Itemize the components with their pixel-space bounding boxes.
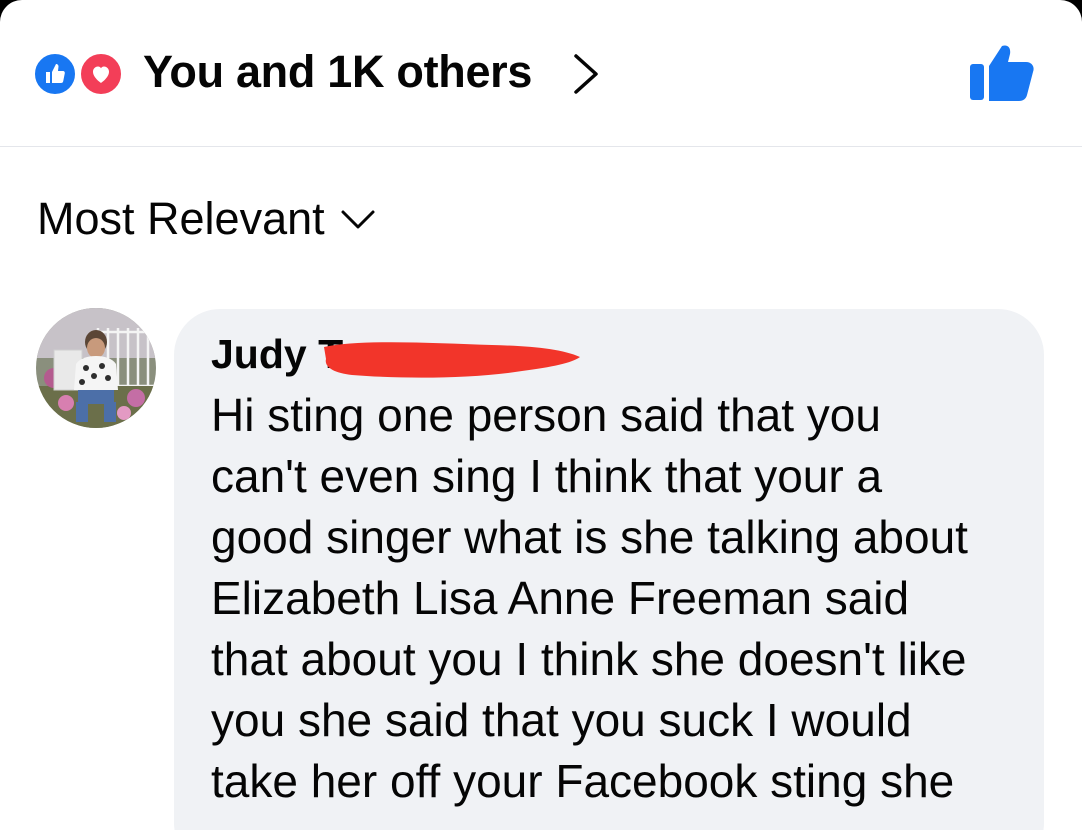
comment-text: Hi sting one person said that you can't … xyxy=(211,389,968,807)
chevron-right-icon[interactable] xyxy=(566,52,606,96)
sort-selector[interactable]: Most Relevant xyxy=(37,193,377,245)
avatar[interactable] xyxy=(36,308,156,428)
like-reaction-icon xyxy=(33,52,77,96)
reaction-icons xyxy=(33,52,133,96)
sort-label[interactable]: Most Relevant xyxy=(37,193,325,245)
reaction-summary[interactable]: You and 1K others xyxy=(143,46,532,98)
redaction-mark xyxy=(324,342,580,378)
reactions-bar[interactable]: You and 1K others xyxy=(0,0,1082,147)
chevron-down-icon[interactable] xyxy=(339,204,377,234)
comment-bubble[interactable]: Judy T Hi sting one person said that you… xyxy=(174,309,1044,830)
comments-sheet: You and 1K others Most Relevant Judy T H… xyxy=(0,0,1082,830)
love-reaction-icon xyxy=(79,52,123,96)
like-button-icon[interactable] xyxy=(966,40,1036,106)
